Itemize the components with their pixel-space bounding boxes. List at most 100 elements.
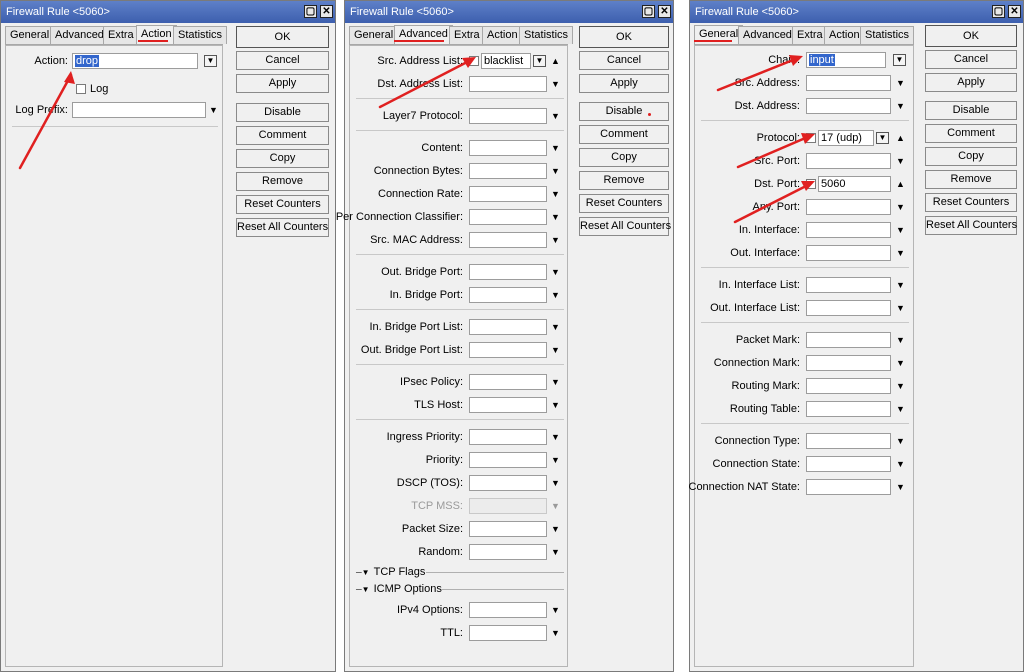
triangle-up-icon[interactable]: ▲ [895, 132, 906, 144]
in-bridge-port-list-input[interactable] [469, 319, 547, 335]
tab-action[interactable]: Action [136, 25, 177, 45]
log-prefix-input[interactable] [72, 102, 206, 118]
reset-all-counters-button[interactable]: Reset All Counters [579, 217, 671, 236]
connection-type-input[interactable] [806, 433, 891, 449]
triangle-down-icon[interactable]: ▼ [550, 78, 561, 90]
tab-extra[interactable]: Extra [792, 26, 828, 44]
src-mac-address-input[interactable] [469, 232, 547, 248]
triangle-down-icon[interactable]: ▼ [208, 104, 219, 116]
triangle-down-icon[interactable]: ▼ [895, 100, 906, 112]
dst-address-list-input[interactable] [469, 76, 547, 92]
apply-button[interactable]: Apply [925, 73, 1017, 92]
window-restore-icon[interactable]: ▢ [304, 5, 317, 18]
dropdown-icon[interactable]: ▼ [876, 132, 889, 144]
tls-host-input[interactable] [469, 397, 547, 413]
copy-button[interactable]: Copy [925, 147, 1017, 166]
triangle-down-icon[interactable]: ▼ [550, 344, 561, 356]
reset-counters-button[interactable]: Reset Counters [925, 193, 1017, 212]
out-bridge-port-list-input[interactable] [469, 342, 547, 358]
triangle-down-icon[interactable]: ▼ [550, 110, 561, 122]
copy-button[interactable]: Copy [236, 149, 329, 168]
random-input[interactable] [469, 544, 547, 560]
src-port-input[interactable] [806, 153, 891, 169]
remove-button[interactable]: Remove [236, 172, 329, 191]
ok-button[interactable]: OK [925, 25, 1017, 47]
triangle-down-icon[interactable]: ▼ [550, 234, 561, 246]
remove-button[interactable]: Remove [579, 171, 669, 190]
triangle-down-icon[interactable]: ▼ [550, 376, 561, 388]
close-icon[interactable]: ✕ [1008, 5, 1021, 18]
apply-button[interactable]: Apply [236, 74, 329, 93]
triangle-down-icon[interactable]: ▼ [550, 188, 561, 200]
disable-button[interactable]: Disable [236, 103, 329, 122]
triangle-down-icon[interactable]: ▼ [550, 321, 561, 333]
reset-counters-button[interactable]: Reset Counters [236, 195, 329, 214]
close-icon[interactable]: ✕ [658, 5, 671, 18]
reset-all-counters-button[interactable]: Reset All Counters [925, 216, 1017, 235]
comment-button[interactable]: Comment [236, 126, 329, 145]
triangle-down-icon[interactable]: ▼ [550, 289, 561, 301]
triangle-down-icon[interactable]: ▼ [895, 77, 906, 89]
out-bridge-port-input[interactable] [469, 264, 547, 280]
triangle-down-icon[interactable]: ▼ [895, 403, 906, 415]
tab-extra[interactable]: Extra [449, 26, 485, 44]
triangle-down-icon[interactable]: ▼ [550, 546, 561, 558]
triangle-down-icon[interactable]: ▼ [895, 279, 906, 291]
connection-rate-input[interactable] [469, 186, 547, 202]
window-restore-icon[interactable]: ▢ [992, 5, 1005, 18]
dropdown-icon[interactable]: ▼ [204, 55, 217, 67]
tab-extra[interactable]: Extra [103, 26, 139, 44]
tab-advanced[interactable]: Advanced [50, 26, 109, 44]
triangle-down-icon[interactable]: ▼ [550, 266, 561, 278]
triangle-down-icon[interactable]: ▼ [550, 431, 561, 443]
src-address-input[interactable] [806, 75, 891, 91]
triangle-down-icon[interactable]: ▼ [550, 142, 561, 154]
icmp-options-section[interactable]: ─▼ ICMP Options [356, 583, 564, 595]
triangle-down-icon[interactable]: ▼ [550, 477, 561, 489]
cancel-button[interactable]: Cancel [236, 51, 329, 70]
triangle-down-icon[interactable]: ▼ [550, 211, 561, 223]
in-interface-input[interactable] [806, 222, 891, 238]
dscp-input[interactable] [469, 475, 547, 491]
connection-state-input[interactable] [806, 456, 891, 472]
triangle-down-icon[interactable]: ▼ [895, 224, 906, 236]
out-interface-list-input[interactable] [806, 300, 891, 316]
title-bar[interactable]: Firewall Rule <5060> ▢ ✕ [1, 1, 335, 23]
tab-advanced[interactable]: Advanced [394, 25, 453, 45]
triangle-down-icon[interactable]: ▼ [895, 435, 906, 447]
packet-mark-input[interactable] [806, 332, 891, 348]
tab-statistics[interactable]: Statistics [519, 26, 574, 44]
triangle-down-icon[interactable]: ▼ [895, 155, 906, 167]
reset-all-counters-button[interactable]: Reset All Counters [236, 218, 329, 237]
triangle-down-icon[interactable]: ▼ [550, 399, 561, 411]
packet-size-input[interactable] [469, 521, 547, 537]
comment-button[interactable]: Comment [925, 124, 1017, 143]
triangle-down-icon[interactable]: ▼ [895, 201, 906, 213]
layer7-protocol-input[interactable] [469, 108, 547, 124]
reset-counters-button[interactable]: Reset Counters [579, 194, 669, 213]
negate-checkbox[interactable] [806, 133, 816, 143]
routing-table-input[interactable] [806, 401, 891, 417]
tab-statistics[interactable]: Statistics [173, 26, 228, 44]
action-select[interactable]: drop [72, 53, 198, 69]
per-connection-classifier-input[interactable] [469, 209, 547, 225]
connection-mark-input[interactable] [806, 355, 891, 371]
title-bar[interactable]: Firewall Rule <5060> ▢ ✕ [345, 1, 673, 23]
cancel-button[interactable]: Cancel [579, 51, 669, 70]
window-restore-icon[interactable]: ▢ [642, 5, 655, 18]
log-checkbox[interactable] [76, 84, 86, 94]
tab-advanced[interactable]: Advanced [738, 26, 797, 44]
ttl-input[interactable] [469, 625, 547, 641]
tab-statistics[interactable]: Statistics [860, 26, 915, 44]
connection-bytes-input[interactable] [469, 163, 547, 179]
protocol-select[interactable]: 17 (udp) [818, 130, 874, 146]
close-icon[interactable]: ✕ [320, 5, 333, 18]
apply-button[interactable]: Apply [579, 74, 669, 93]
negate-checkbox[interactable] [806, 179, 816, 189]
negate-checkbox[interactable] [469, 56, 479, 66]
ok-button[interactable]: OK [579, 26, 669, 48]
triangle-down-icon[interactable]: ▼ [895, 357, 906, 369]
chain-select[interactable]: input [806, 52, 886, 68]
routing-mark-input[interactable] [806, 378, 891, 394]
triangle-down-icon[interactable]: ▼ [895, 380, 906, 392]
